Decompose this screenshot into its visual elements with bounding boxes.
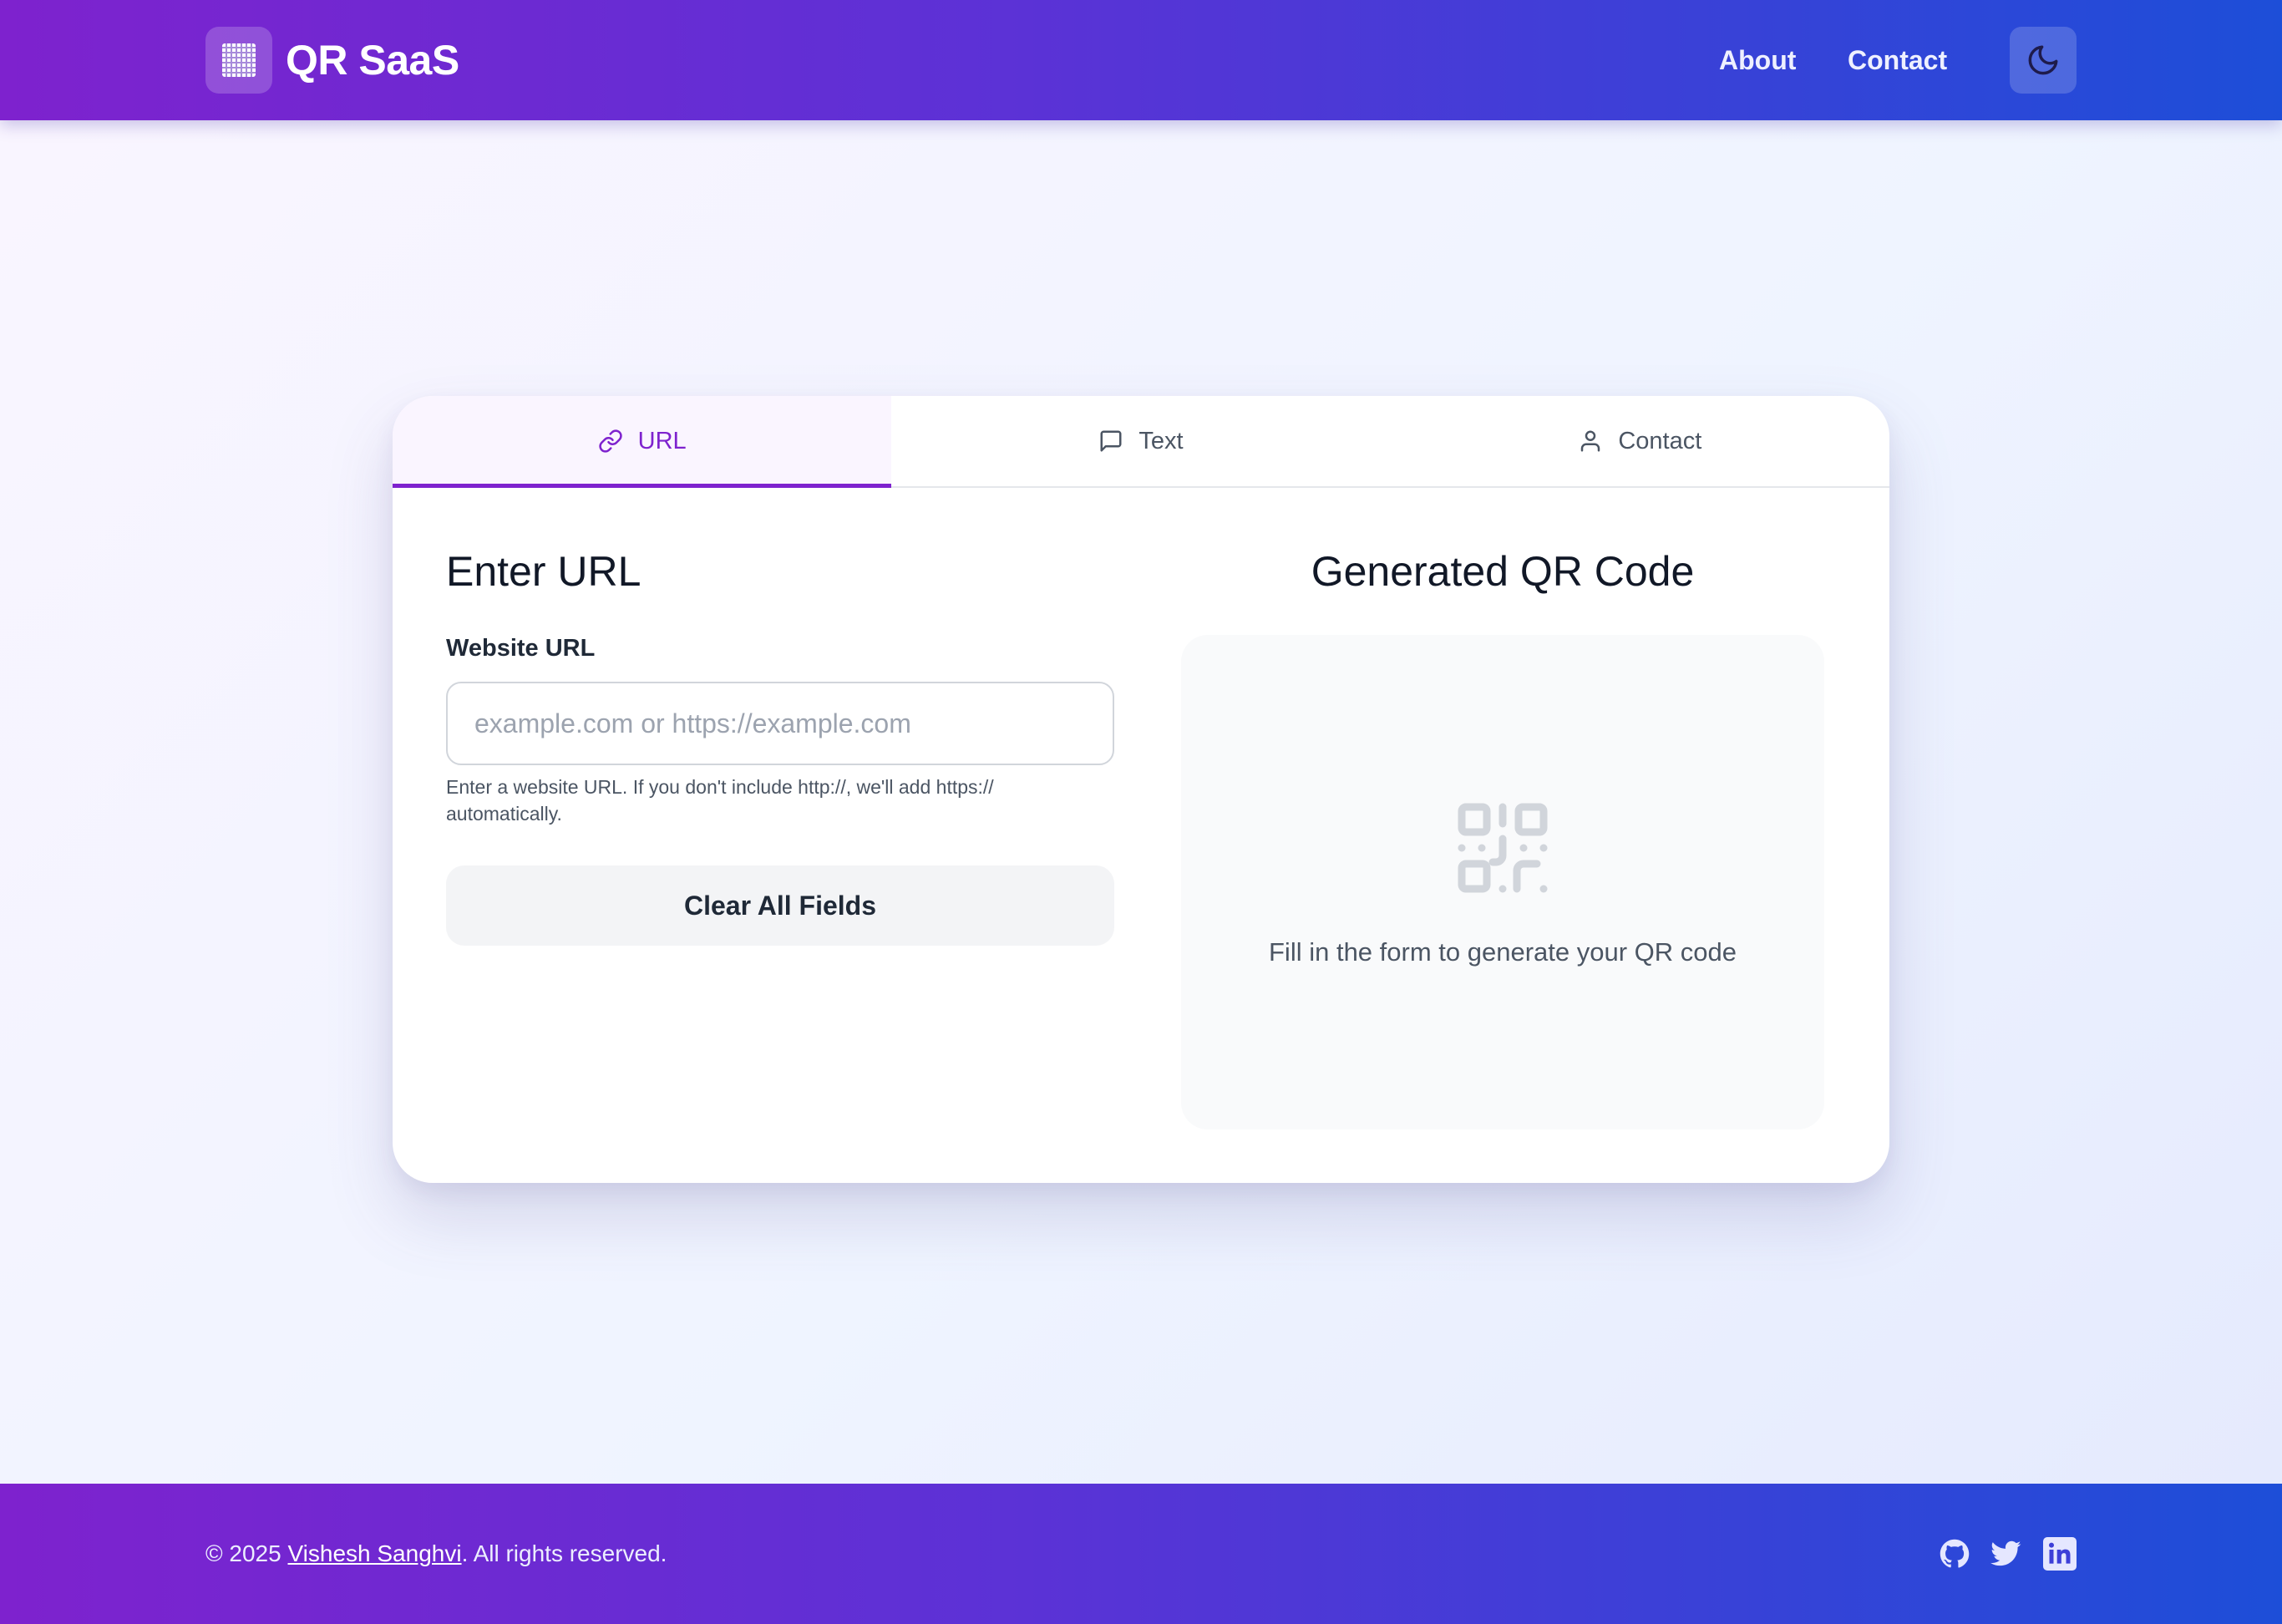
form-title: Enter URL bbox=[446, 548, 641, 595]
top-navbar: QR SaaS About Contact bbox=[0, 0, 2282, 120]
nav-about-link[interactable]: About bbox=[1719, 42, 1796, 79]
clear-all-button[interactable]: Clear All Fields bbox=[446, 865, 1114, 946]
tab-url[interactable]: URL bbox=[393, 396, 892, 488]
link-icon bbox=[598, 429, 623, 454]
twitter-icon[interactable] bbox=[1988, 1535, 2025, 1572]
author-link[interactable]: Vishesh Sanghvi bbox=[287, 1540, 461, 1566]
moon-icon bbox=[2026, 43, 2061, 78]
brand-name[interactable]: QR SaaS bbox=[286, 35, 459, 85]
user-icon bbox=[1578, 429, 1603, 454]
url-hint-text: Enter a website URL. If you don't includ… bbox=[446, 776, 994, 825]
tab-text-label: Text bbox=[1138, 427, 1184, 454]
qr-generator-card: URL Text Contact Enter URL Website URL E… bbox=[393, 396, 1889, 1183]
copyright-text: © 2025 Vishesh Sanghvi. All rights reser… bbox=[205, 1537, 667, 1571]
linkedin-icon[interactable] bbox=[2041, 1535, 2078, 1572]
footer: © 2025 Vishesh Sanghvi. All rights reser… bbox=[0, 1484, 2282, 1624]
type-tabs: URL Text Contact bbox=[393, 396, 1889, 488]
dark-mode-toggle[interactable] bbox=[2010, 27, 2077, 94]
preview-title: Generated QR Code bbox=[1311, 548, 1695, 595]
tab-text[interactable]: Text bbox=[891, 396, 1390, 486]
qr-placeholder-icon bbox=[1457, 802, 1549, 894]
website-url-input[interactable] bbox=[446, 682, 1114, 765]
tab-contact[interactable]: Contact bbox=[1391, 396, 1889, 486]
website-url-label: Website URL bbox=[446, 635, 596, 662]
nav-contact-link[interactable]: Contact bbox=[1848, 42, 1947, 79]
qr-empty-message: Fill in the form to generate your QR cod… bbox=[1269, 937, 1737, 967]
github-icon[interactable] bbox=[1936, 1535, 1973, 1572]
copyright-prefix: © 2025 bbox=[205, 1540, 288, 1566]
qr-logo-icon[interactable] bbox=[205, 27, 272, 94]
tab-url-label: URL bbox=[637, 427, 687, 454]
qr-preview-panel: Fill in the form to generate your QR cod… bbox=[1181, 635, 1824, 1129]
copyright-suffix: . All rights reserved. bbox=[461, 1540, 667, 1566]
message-icon bbox=[1098, 429, 1123, 454]
tab-contact-label: Contact bbox=[1618, 427, 1702, 454]
